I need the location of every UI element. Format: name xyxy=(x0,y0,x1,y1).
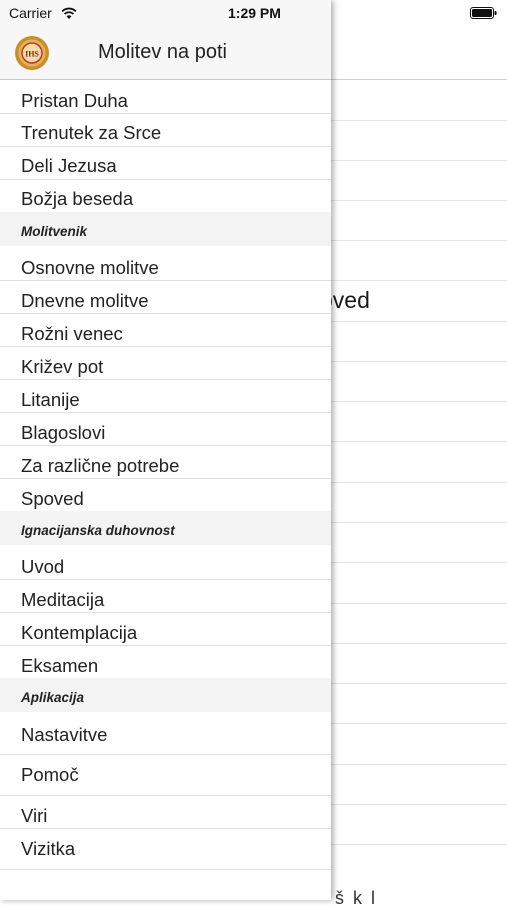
svg-text:IHS: IHS xyxy=(25,50,39,59)
section-header-molitvenik: Molitvenik xyxy=(0,212,331,246)
menu-item-krizev-pot[interactable]: Križev pot xyxy=(0,347,331,379)
menu-item-label: Viri xyxy=(21,805,48,826)
menu-item-label: Uvod xyxy=(21,556,65,577)
wifi-icon xyxy=(61,7,77,19)
section-header-label: Ignacijanska duhovnost xyxy=(21,523,175,538)
menu-item-bozja-beseda[interactable]: Božja beseda xyxy=(0,180,331,212)
menu-item-label: Vizitka xyxy=(21,838,76,859)
menu-item-label: Eksamen xyxy=(21,655,99,676)
menu-item-dnevne-molitve[interactable]: Dnevne molitve xyxy=(0,281,331,313)
menu-item-viri[interactable]: Viri xyxy=(0,796,331,828)
menu-item-label: Pristan Duha xyxy=(21,90,128,111)
menu-item-label: Osnovne molitve xyxy=(21,257,159,278)
menu-item-label: Kontemplacija xyxy=(21,622,138,643)
menu-item-meditacija[interactable]: Meditacija xyxy=(0,580,331,612)
section-header-label: Molitvenik xyxy=(21,224,88,239)
menu-item-label: Trenutek za Srce xyxy=(21,122,162,143)
menu-item-eksamen[interactable]: Eksamen xyxy=(0,646,331,678)
menu-item-blagoslovi[interactable]: Blagoslovi xyxy=(0,413,331,445)
main-partial-bottom-text: š k l xyxy=(335,888,378,908)
section-header-ignacijanska-duhovnost: Ignacijanska duhovnost xyxy=(0,511,331,545)
menu-item-label: Meditacija xyxy=(21,589,105,610)
menu-item-label: Pomoč xyxy=(21,764,79,785)
menu-item-label: Rožni venec xyxy=(21,323,123,344)
menu-item-rozni-venec[interactable]: Rožni venec xyxy=(0,314,331,346)
ihs-logo-icon: IHS xyxy=(15,36,49,70)
clock-time: 1:29 PM xyxy=(228,5,281,21)
menu-item-nastavitve[interactable]: Nastavitve xyxy=(0,714,331,754)
menu-item-osnovne-molitve[interactable]: Osnovne molitve xyxy=(0,248,331,280)
drawer-title: Molitev na poti xyxy=(98,41,227,63)
section-header-label: Aplikacija xyxy=(21,690,85,705)
menu-item-label: Za različne potrebe xyxy=(21,455,180,476)
menu-item-label: Božja beseda xyxy=(21,188,134,209)
menu-divider xyxy=(0,869,331,870)
menu-item-kontemplacija[interactable]: Kontemplacija xyxy=(0,613,331,645)
menu-item-uvod[interactable]: Uvod xyxy=(0,547,331,579)
status-bar: Carrier 1:29 PM xyxy=(0,0,507,28)
carrier-label: Carrier xyxy=(9,5,52,21)
menu-item-label: Dnevne molitve xyxy=(21,290,149,311)
menu-item-spoved[interactable]: Spoved xyxy=(0,479,331,511)
menu-item-label: Spoved xyxy=(21,488,84,509)
menu-item-label: Nastavitve xyxy=(21,724,108,745)
menu-item-deli-jezusa[interactable]: Deli Jezusa xyxy=(0,147,331,179)
battery-icon xyxy=(470,7,497,19)
menu-item-pristan-duha[interactable]: Pristan Duha xyxy=(0,85,331,113)
side-menu-drawer: IHS Molitev na poti Pristan Duha Trenute… xyxy=(0,0,331,900)
section-header-aplikacija: Aplikacija xyxy=(0,678,331,712)
menu-item-label: Blagoslovi xyxy=(21,422,106,443)
menu-item-za-razlicne-potrebe[interactable]: Za različne potrebe xyxy=(0,446,331,478)
menu-item-label: Litanije xyxy=(21,389,80,410)
menu-item-label: Križev pot xyxy=(21,356,104,377)
menu-item-pomoc[interactable]: Pomoč xyxy=(0,755,331,795)
menu-item-trenutek-za-srce[interactable]: Trenutek za Srce xyxy=(0,114,331,146)
menu-item-vizitka[interactable]: Vizitka xyxy=(0,829,331,869)
menu-item-litanije[interactable]: Litanije xyxy=(0,380,331,412)
menu-item-label: Deli Jezusa xyxy=(21,155,117,176)
